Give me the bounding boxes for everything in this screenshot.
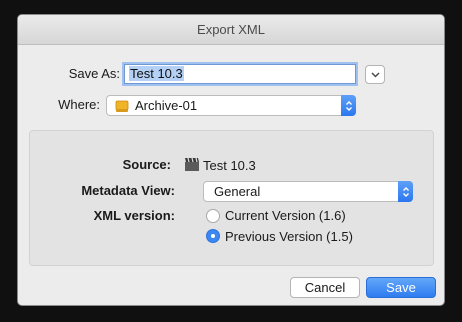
chevron-down-icon	[370, 71, 380, 78]
save-as-value: Test 10.3	[129, 66, 184, 81]
where-label: Where:	[58, 97, 100, 112]
expand-browser-button[interactable]	[365, 65, 385, 84]
save-as-label: Save As:	[68, 66, 120, 81]
popup-arrows-icon	[341, 95, 356, 116]
radio-previous-version[interactable]	[206, 229, 220, 243]
metadata-view-popup[interactable]: General	[203, 181, 413, 202]
export-xml-dialog: Export XML Save As: Test 10.3 Where: Arc…	[17, 14, 445, 306]
save-as-field[interactable]: Test 10.3	[124, 64, 356, 84]
popup-arrows-icon	[398, 181, 413, 202]
clapperboard-icon	[185, 157, 199, 171]
cancel-button[interactable]: Cancel	[290, 277, 360, 298]
radio-current-version[interactable]	[206, 209, 220, 223]
radio-current-version-label[interactable]: Current Version (1.6)	[225, 208, 346, 223]
metadata-view-label: Metadata View:	[81, 183, 175, 198]
where-popup[interactable]: Archive-01	[106, 95, 356, 116]
details-panel: Source: Test 10.3 Metadata View: General…	[29, 130, 434, 266]
dialog-title: Export XML	[18, 15, 444, 45]
save-button[interactable]: Save	[366, 277, 436, 298]
source-value: Test 10.3	[203, 158, 256, 173]
radio-previous-version-label[interactable]: Previous Version (1.5)	[225, 229, 353, 244]
xml-version-label: XML version:	[93, 208, 175, 223]
drive-icon	[115, 100, 129, 112]
where-value: Archive-01	[135, 98, 198, 113]
source-label: Source:	[122, 157, 171, 172]
metadata-view-value: General	[214, 184, 261, 199]
